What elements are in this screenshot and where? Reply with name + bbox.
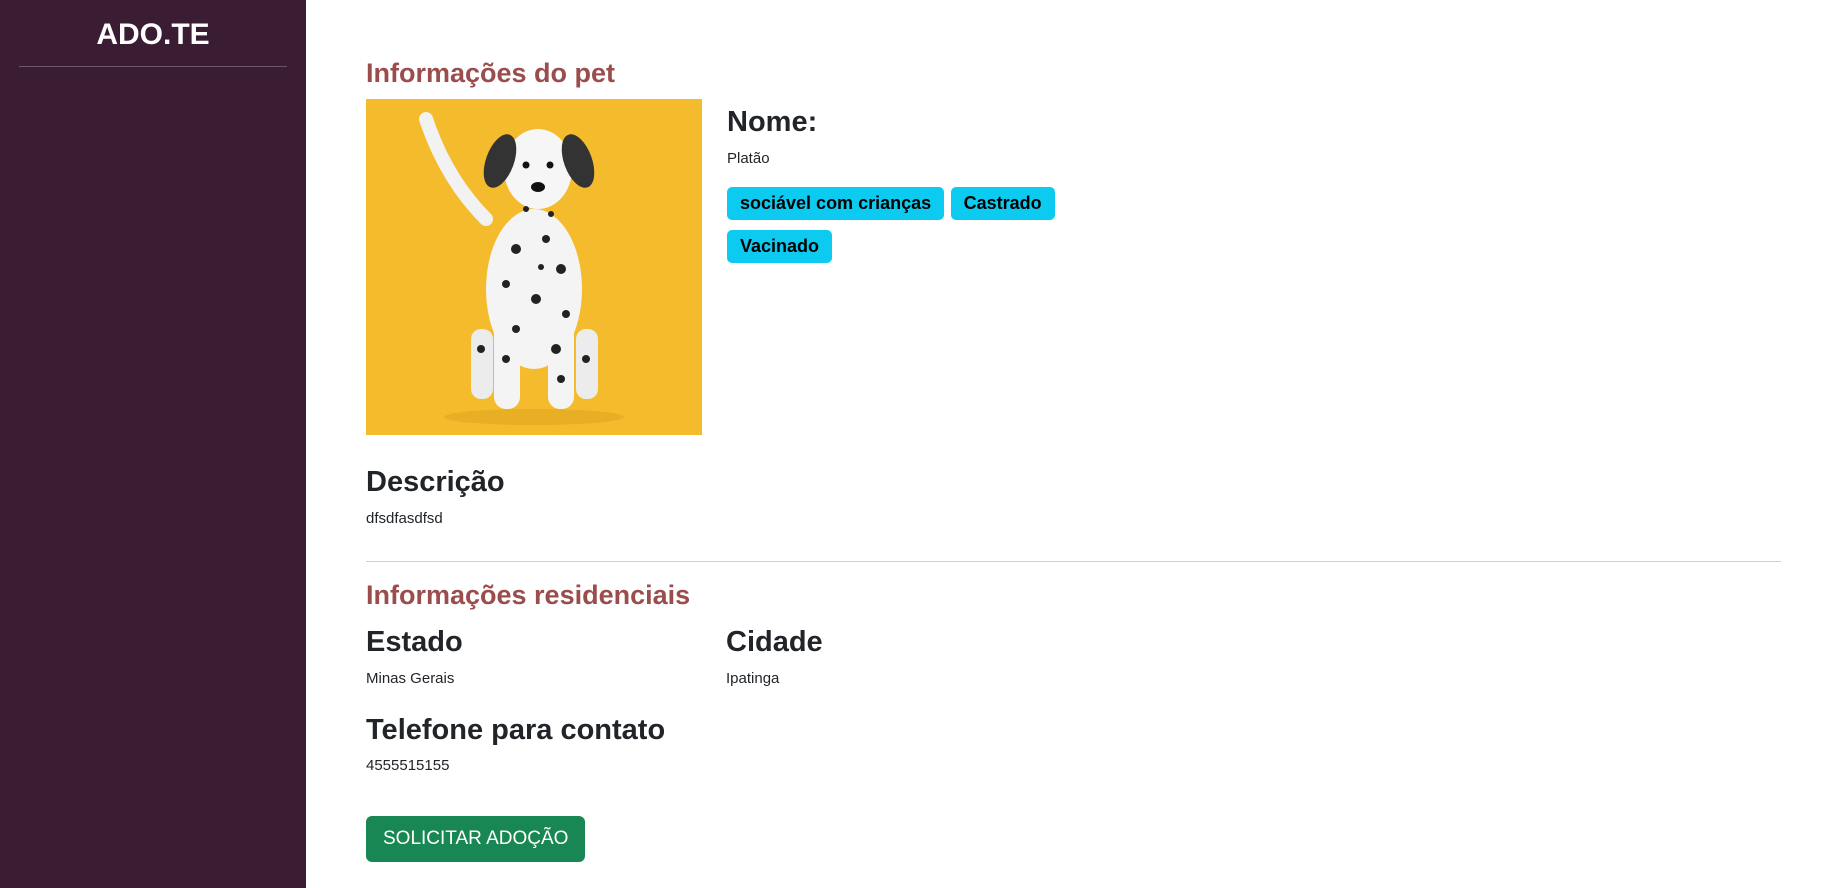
tag-sociable-with-children: sociável com crianças: [727, 186, 945, 220]
city-block: Cidade Ipatinga: [726, 625, 1086, 687]
city-label: Cidade: [726, 625, 823, 658]
dalmatian-puppy-image: [366, 99, 702, 435]
phone-label: Telefone para contato: [366, 713, 666, 746]
pet-name: Platão: [727, 149, 770, 167]
pet-info: Nome: Platão sociável com crianças Castr…: [727, 99, 1087, 435]
tag-neutered: Castrado: [950, 186, 1055, 220]
pet-section-title: Informações do pet: [366, 58, 616, 88]
state-value: Minas Gerais: [366, 669, 455, 687]
section-divider: [366, 560, 1781, 562]
request-adoption-button[interactable]: SOLICITAR ADOÇÃO: [366, 816, 586, 863]
state-block: Estado Minas Gerais: [366, 625, 726, 687]
description-block: Descrição dfsdfasdfsd: [366, 465, 1781, 527]
pet-tags: sociável com crianças Castrado Vacinado: [727, 186, 1087, 273]
main-content: Informações do pet Nome: Platão sociável…: [366, 0, 1781, 863]
phone-value: 4555515155: [366, 757, 450, 775]
pet-photo: [366, 99, 702, 435]
description-text: dfsdfasdfsd: [366, 509, 443, 527]
tag-vaccinated: Vacinado: [727, 229, 833, 263]
phone-block: Telefone para contato 4555515155: [366, 713, 1781, 775]
description-label: Descrição: [366, 466, 505, 498]
pet-details: Nome: Platão sociável com crianças Castr…: [366, 99, 1781, 435]
residence-section-title: Informações residenciais: [366, 579, 691, 610]
sidebar: ADO.TE: [0, 0, 306, 888]
brand-logo[interactable]: ADO.TE: [19, 0, 287, 67]
residence-grid: Estado Minas Gerais Cidade Ipatinga: [366, 625, 1781, 687]
city-value: Ipatinga: [726, 669, 780, 687]
name-label: Nome:: [727, 106, 818, 138]
state-label: Estado: [366, 625, 463, 658]
